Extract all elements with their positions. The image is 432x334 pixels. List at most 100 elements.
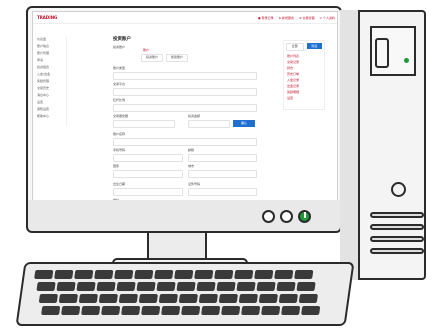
key[interactable] <box>178 294 198 303</box>
confirm-button[interactable]: 确认 <box>233 120 255 127</box>
form-input[interactable] <box>113 170 183 178</box>
tab-label[interactable]: 账户 <box>143 48 149 52</box>
key[interactable] <box>236 282 256 291</box>
key[interactable] <box>114 270 134 279</box>
key[interactable] <box>214 270 234 279</box>
key[interactable] <box>61 306 81 315</box>
key[interactable] <box>78 294 98 303</box>
key[interactable] <box>174 270 194 279</box>
key[interactable] <box>278 294 298 303</box>
sidebar-item[interactable]: 设置 <box>37 99 66 106</box>
form-input[interactable] <box>188 170 257 178</box>
nav-item[interactable]: ⊙ 个人资料 <box>320 16 335 20</box>
key[interactable] <box>138 294 158 303</box>
key[interactable] <box>98 294 118 303</box>
key[interactable] <box>256 282 276 291</box>
key[interactable] <box>156 282 176 291</box>
key[interactable] <box>201 306 221 315</box>
key[interactable] <box>258 294 278 303</box>
key[interactable] <box>261 306 281 315</box>
key[interactable] <box>74 270 94 279</box>
key[interactable] <box>296 282 316 291</box>
form-input[interactable] <box>113 104 257 112</box>
form-input[interactable] <box>113 72 257 80</box>
key[interactable] <box>118 294 138 303</box>
nav-item[interactable]: ● 登录记录 <box>258 16 274 20</box>
sidebar-item[interactable]: 账户信息 <box>37 43 66 50</box>
key[interactable] <box>54 270 74 279</box>
field-label: 交易服务器 <box>113 114 129 118</box>
key[interactable] <box>176 282 196 291</box>
key[interactable] <box>274 270 294 279</box>
key[interactable] <box>196 282 216 291</box>
form-input[interactable] <box>113 88 257 96</box>
key[interactable] <box>141 306 161 315</box>
key[interactable] <box>241 306 261 315</box>
sidebar-item[interactable]: 申请 <box>37 57 66 64</box>
key[interactable] <box>234 270 254 279</box>
tab-button[interactable]: 投资账户 <box>141 54 163 62</box>
key[interactable] <box>101 306 121 315</box>
key[interactable] <box>198 294 218 303</box>
key[interactable] <box>194 270 214 279</box>
key[interactable] <box>281 306 301 315</box>
form-input[interactable] <box>188 188 257 196</box>
panel-item[interactable]: 设置 <box>287 95 324 101</box>
key[interactable] <box>216 282 236 291</box>
sidebar-item[interactable]: 通知设置 <box>37 106 66 113</box>
form-input[interactable] <box>188 120 230 128</box>
form-input[interactable] <box>113 154 183 162</box>
tab-button[interactable]: 新建账户 <box>166 54 188 62</box>
key[interactable] <box>136 282 156 291</box>
key-row <box>34 270 314 279</box>
key[interactable] <box>294 270 314 279</box>
form-input[interactable] <box>113 120 175 128</box>
key[interactable] <box>121 306 141 315</box>
key[interactable] <box>36 282 56 291</box>
key[interactable] <box>96 282 116 291</box>
key[interactable] <box>41 306 61 315</box>
sidebar-item[interactable]: 消息中心 <box>37 92 66 99</box>
panel-tab[interactable]: 全部 <box>286 43 304 51</box>
sidebar-item[interactable]: 投资组合 <box>37 64 66 71</box>
key[interactable] <box>276 282 296 291</box>
key[interactable] <box>298 294 318 303</box>
key[interactable] <box>181 306 201 315</box>
key[interactable] <box>94 270 114 279</box>
key[interactable] <box>158 294 178 303</box>
nav-item[interactable]: ⊕ 交易管理 <box>299 16 314 20</box>
sidebar-item[interactable]: 仪表盘 <box>37 36 66 43</box>
key[interactable] <box>218 294 238 303</box>
sidebar-item[interactable]: 交易历史 <box>37 85 66 92</box>
key[interactable] <box>238 294 258 303</box>
key[interactable] <box>38 294 58 303</box>
key[interactable] <box>58 294 78 303</box>
app-header: TRADING ● 登录记录 ⊕ 新增服务 ⊕ 交易管理 ⊙ 个人资料 <box>33 12 337 24</box>
key[interactable] <box>254 270 274 279</box>
power-icon[interactable] <box>298 210 311 223</box>
sidebar-item[interactable]: 奖励管理 <box>37 78 66 85</box>
form-input[interactable] <box>113 138 257 146</box>
sidebar-item[interactable]: 入金/出金 <box>37 71 66 78</box>
key[interactable] <box>116 282 136 291</box>
monitor-button-icon[interactable] <box>262 210 275 223</box>
sidebar-item[interactable]: 账户管理 <box>37 50 66 57</box>
key[interactable] <box>161 306 181 315</box>
panel-tab[interactable]: 筛选 <box>306 43 322 49</box>
key[interactable] <box>56 282 76 291</box>
key[interactable] <box>81 306 101 315</box>
keyboard <box>15 262 355 326</box>
key[interactable] <box>221 306 241 315</box>
key[interactable] <box>34 270 54 279</box>
field-label: 国家 <box>113 164 120 168</box>
form-input[interactable] <box>113 188 183 196</box>
form-input[interactable] <box>188 154 257 162</box>
key[interactable] <box>154 270 174 279</box>
monitor-button-icon[interactable] <box>280 210 293 223</box>
nav-item[interactable]: ⊕ 新增服务 <box>279 16 294 20</box>
tower-power-button[interactable] <box>391 182 406 197</box>
key[interactable] <box>76 282 96 291</box>
key[interactable] <box>134 270 154 279</box>
sidebar-item[interactable]: 帮助中心 <box>37 113 66 120</box>
key[interactable] <box>301 306 321 315</box>
